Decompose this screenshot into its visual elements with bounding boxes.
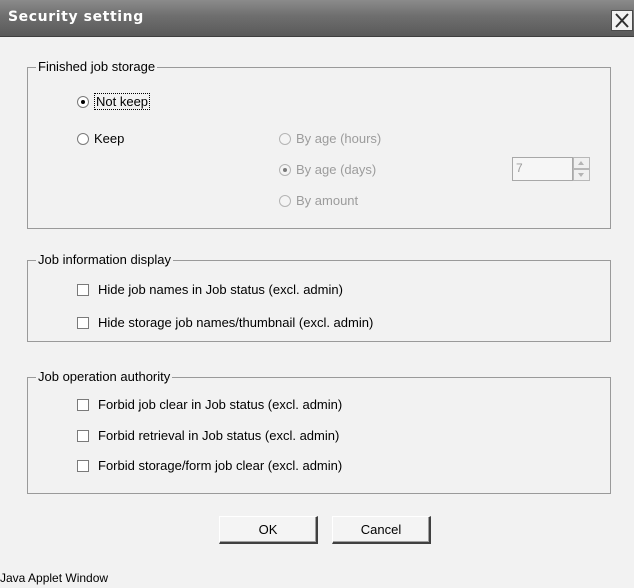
job-information-display-legend: Job information display [36, 252, 173, 267]
not-keep-radio-button[interactable] [77, 95, 89, 108]
close-button[interactable] [611, 10, 633, 31]
not-keep-radio[interactable]: Not keep [77, 93, 151, 110]
keep-label: Keep [94, 131, 125, 146]
by-age-hours-label: By age (hours) [296, 131, 382, 146]
by-age-days-radio[interactable]: By age (days) [279, 162, 376, 177]
forbid-job-clear-label: Forbid job clear in Job status (excl. ad… [98, 397, 343, 412]
hide-job-names-checkbox-row[interactable]: Hide job names in Job status (excl. admi… [77, 282, 343, 297]
spinner-down-button[interactable] [573, 169, 590, 181]
arrow-down-icon [578, 173, 584, 177]
by-age-hours-radio[interactable]: By age (hours) [279, 131, 381, 146]
spinner-up-button[interactable] [573, 157, 590, 169]
by-amount-radio-button[interactable] [279, 194, 291, 207]
forbid-storage-form-clear-label: Forbid storage/form job clear (excl. adm… [98, 458, 343, 473]
by-age-days-label: By age (days) [296, 162, 377, 177]
age-days-input[interactable]: 7 [512, 157, 573, 181]
forbid-storage-form-clear-checkbox[interactable] [77, 459, 89, 472]
job-operation-authority-legend: Job operation authority [36, 369, 173, 384]
forbid-job-clear-checkbox-row[interactable]: Forbid job clear in Job status (excl. ad… [77, 397, 342, 412]
keep-radio-button[interactable] [77, 132, 89, 145]
forbid-retrieval-checkbox[interactable] [77, 429, 89, 442]
forbid-retrieval-checkbox-row[interactable]: Forbid retrieval in Job status (excl. ad… [77, 428, 339, 443]
arrow-up-icon [578, 161, 584, 165]
hide-storage-job-names-checkbox[interactable] [77, 316, 89, 329]
keep-radio[interactable]: Keep [77, 131, 124, 146]
hide-storage-job-names-label: Hide storage job names/thumbnail (excl. … [98, 315, 374, 330]
by-age-hours-radio-button[interactable] [279, 132, 291, 145]
title-bar[interactable]: Security setting [0, 0, 634, 37]
forbid-storage-form-clear-checkbox-row[interactable]: Forbid storage/form job clear (excl. adm… [77, 458, 342, 473]
by-amount-label: By amount [296, 193, 359, 208]
not-keep-label: Not keep [94, 93, 151, 110]
dialog-title: Security setting [8, 9, 144, 25]
close-icon [615, 13, 629, 28]
by-amount-radio[interactable]: By amount [279, 193, 358, 208]
finished-job-storage-legend: Finished job storage [36, 59, 158, 74]
applet-status-text: Java Applet Window [0, 571, 109, 585]
forbid-job-clear-checkbox[interactable] [77, 398, 89, 411]
hide-job-names-label: Hide job names in Job status (excl. admi… [98, 282, 343, 297]
cancel-button[interactable]: Cancel [332, 516, 431, 544]
security-setting-dialog: Security setting Finished job storage No… [0, 0, 634, 588]
hide-job-names-checkbox[interactable] [77, 283, 89, 296]
hide-storage-job-names-checkbox-row[interactable]: Hide storage job names/thumbnail (excl. … [77, 315, 373, 330]
by-age-days-radio-button[interactable] [279, 163, 291, 176]
ok-button[interactable]: OK [219, 516, 318, 544]
forbid-retrieval-label: Forbid retrieval in Job status (excl. ad… [98, 428, 340, 443]
age-days-spinner[interactable]: 7 [512, 157, 590, 181]
